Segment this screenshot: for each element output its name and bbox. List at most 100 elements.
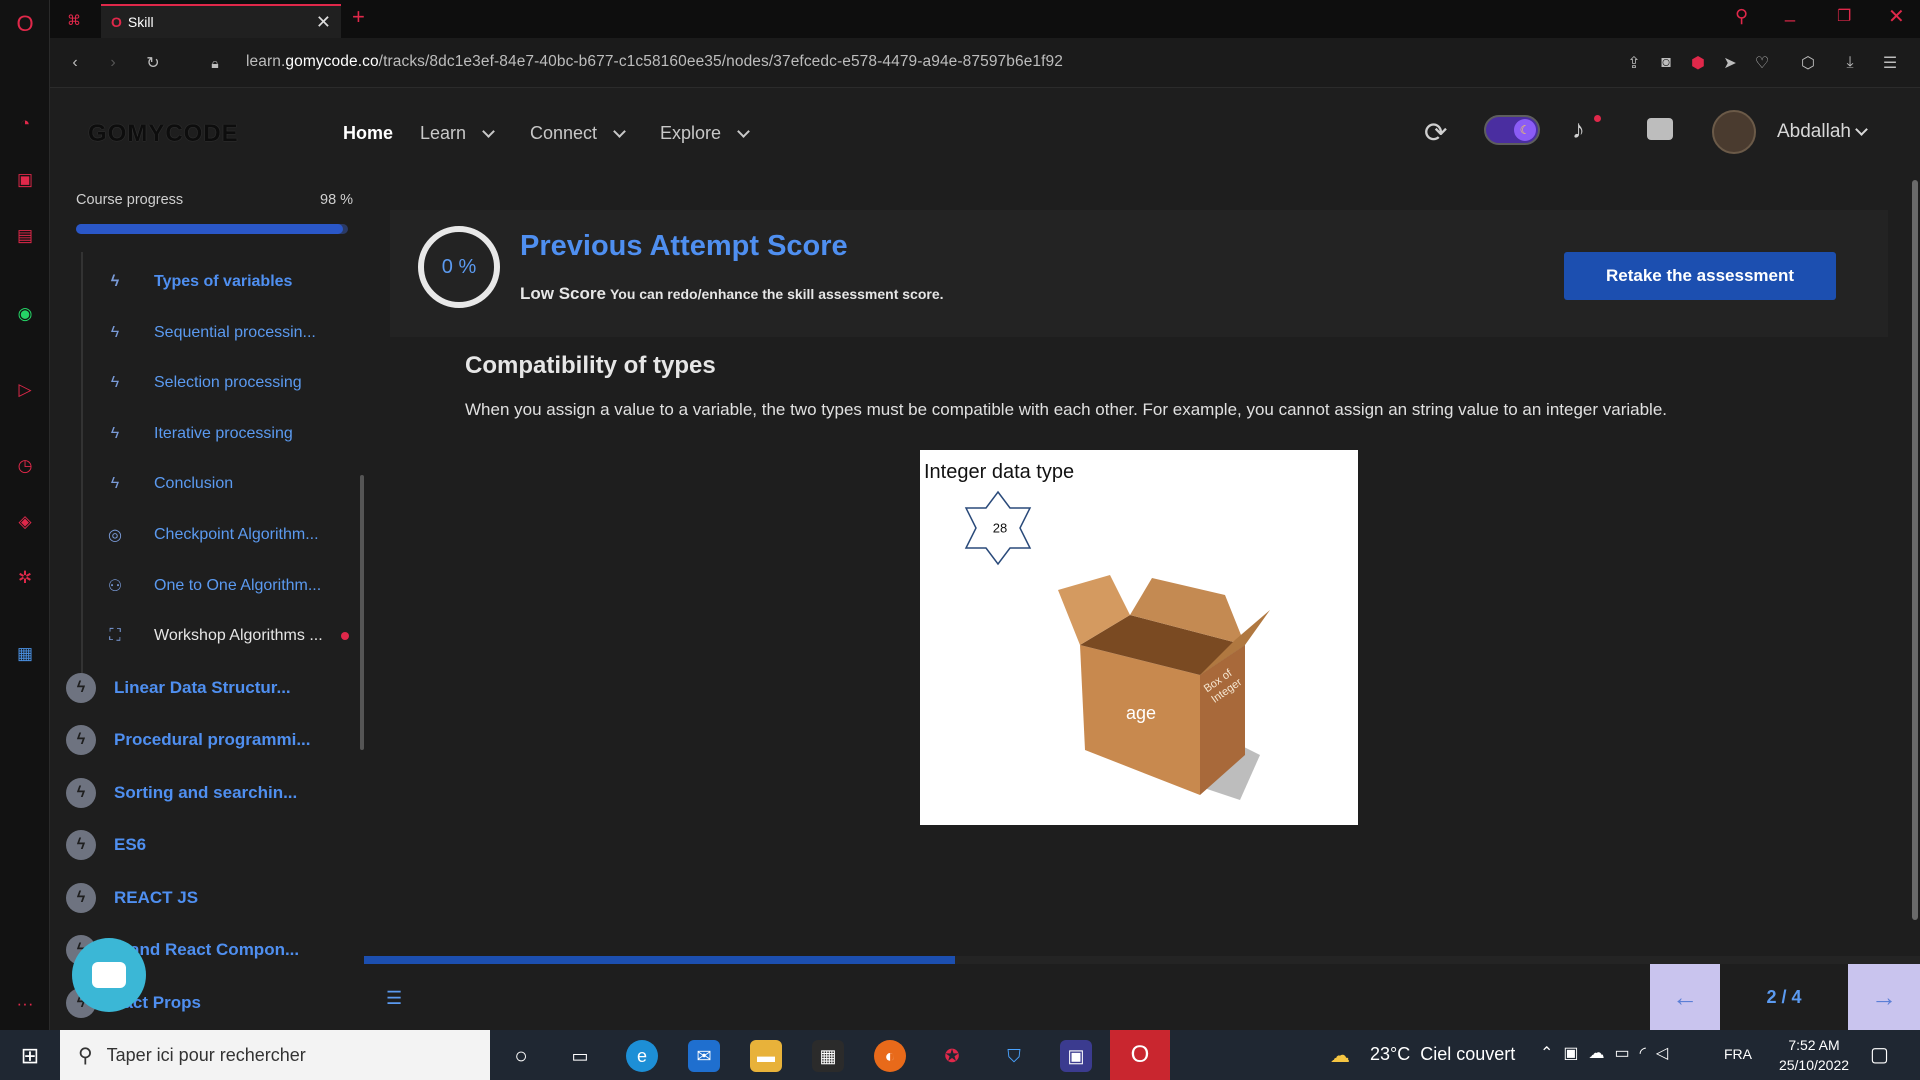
outline-icon[interactable]: ☰ [386, 988, 402, 1009]
bolt-icon: ϟ [66, 725, 96, 755]
sidebar-item-workshop[interactable]: ⛶ Workshop Algorithms ... [100, 616, 360, 656]
logo-text: GOMYCODE [88, 120, 239, 147]
send-icon[interactable]: ➤ [1717, 50, 1743, 76]
gomycode-logo[interactable]: GOMYCODE [88, 120, 239, 148]
language-indicator[interactable]: FRA [1724, 1046, 1752, 1062]
chapter-es6[interactable]: ϟ ES6 [66, 822, 146, 868]
next-slide-button[interactable]: → [1848, 964, 1920, 1030]
clock[interactable]: 7:52 AM 25/10/2022 [1768, 1035, 1860, 1075]
nav-home[interactable]: Home [343, 123, 393, 144]
twitch-icon[interactable]: ▤ [13, 224, 37, 248]
weather-text[interactable]: 23°C Ciel couvert [1370, 1044, 1515, 1065]
avatar[interactable] [1712, 110, 1756, 154]
sidebar-item-types-of-variables[interactable]: ϟ Types of variables [100, 262, 360, 302]
refresh-icon[interactable]: ⟳ [1424, 116, 1447, 149]
sidebar-item-sequential[interactable]: ϟ Sequential processin... [100, 313, 360, 353]
chapter-procedural[interactable]: ϟ Procedural programmi... [66, 717, 311, 763]
nav-explore[interactable]: Explore [660, 123, 750, 144]
download-icon[interactable]: ⤓ [1837, 50, 1863, 76]
support-chat-button[interactable] [72, 938, 146, 1012]
bolt-icon: ϟ [110, 324, 120, 341]
heart-icon[interactable]: ♡ [1749, 50, 1775, 76]
store-icon[interactable]: ▦ [812, 1040, 844, 1072]
previous-slide-button[interactable]: ← [1650, 964, 1720, 1030]
nav-learn[interactable]: Learn [420, 123, 495, 144]
speed-dial-icon[interactable]: ◔ [13, 112, 37, 136]
edge-icon[interactable]: e [626, 1040, 658, 1072]
sidebar-scrollbar[interactable] [360, 475, 364, 750]
page-scrollbar[interactable] [1912, 180, 1918, 920]
bolt-icon: ϟ [110, 273, 120, 290]
back-icon[interactable]: ‹ [62, 50, 88, 76]
chat-icon[interactable] [1647, 118, 1673, 140]
tab-close-icon[interactable]: ✕ [316, 12, 331, 33]
reload-icon[interactable]: ↻ [140, 50, 166, 76]
windows-taskbar: ⊞ ⚲ Taper ici pour rechercher ○ ▭ e ✉ ▬ … [0, 1030, 1920, 1080]
briefcase-icon[interactable]: ▣ [13, 168, 37, 192]
new-tab-button[interactable]: + [352, 4, 365, 30]
chevron-down-icon [1855, 123, 1868, 136]
sidebar-item-conclusion[interactable]: ϟ Conclusion [100, 464, 360, 504]
player-icon[interactable]: ▷ [13, 378, 37, 402]
browser-tab[interactable]: O Skill ✕ [101, 4, 341, 38]
user-menu[interactable]: Abdallah [1777, 121, 1868, 143]
chapter-label: ES6 [114, 835, 147, 854]
task-view-icon[interactable]: ▭ [564, 1040, 596, 1072]
translate-icon[interactable]: ▦ [13, 642, 37, 666]
score-percent: 0 % [441, 255, 477, 278]
defender-icon[interactable]: ⛉ [998, 1040, 1030, 1072]
sidebar-item-label: Workshop Algorithms ... [154, 627, 323, 644]
action-center-icon[interactable]: ▢ [1870, 1042, 1889, 1067]
history-icon[interactable]: ◷ [13, 454, 37, 478]
windows-start-icon[interactable]: ⊞ [14, 1040, 46, 1072]
minimize-icon[interactable]: _ [1785, 2, 1795, 23]
chapter-sorting[interactable]: ϟ Sorting and searchin... [66, 770, 297, 816]
cube-icon[interactable]: ◈ [13, 510, 37, 534]
nav-connect[interactable]: Connect [530, 123, 626, 144]
sidebar-item-checkpoint[interactable]: ◎ Checkpoint Algorithm... [100, 515, 360, 555]
chapter-react-js[interactable]: ϟ REACT JS [66, 875, 198, 921]
firefox-icon[interactable]: ◐ [874, 1040, 906, 1072]
easy-setup-icon[interactable]: ☰ [1877, 50, 1903, 76]
sidebar-item-one-to-one[interactable]: ⚇ One to One Algorithm... [100, 566, 360, 606]
bell-icon[interactable]: ♪ [1572, 114, 1585, 145]
settings-icon[interactable]: ✲ [13, 566, 37, 590]
url-prefix: learn. [246, 53, 286, 70]
sidebar-item-selection[interactable]: ϟ Selection processing [100, 363, 360, 403]
sidebar-item-iterative[interactable]: ϟ Iterative processing [100, 414, 360, 454]
bolt-icon: ϟ [66, 673, 96, 703]
box-icon[interactable]: ⬡ [1795, 50, 1821, 76]
chapter-linear-data[interactable]: ϟ Linear Data Structur... [66, 665, 291, 711]
dark-mode-toggle[interactable]: ☾ [1484, 115, 1540, 145]
share-icon[interactable]: ⇪ [1621, 50, 1647, 76]
people-icon: ⚇ [107, 578, 123, 595]
sidebar-item-label: Iterative processing [154, 425, 293, 442]
cortana-icon[interactable]: ○ [505, 1040, 537, 1072]
camera-icon[interactable]: ◙ [1653, 50, 1679, 76]
url-field[interactable]: learn.gomycode.co/tracks/8dc1e3ef-84e7-4… [246, 53, 1063, 71]
file-explorer-icon[interactable]: ▬ [750, 1040, 782, 1072]
app-icon[interactable]: ▣ [1060, 1040, 1092, 1072]
adblock-icon[interactable]: ⬢ [1685, 50, 1711, 76]
score-title: Previous Attempt Score [520, 230, 848, 262]
forward-icon[interactable]: › [100, 50, 126, 76]
mail-icon[interactable]: ✉ [688, 1040, 720, 1072]
system-tray-icons[interactable]: ⌃▣☁▭◜◁ [1540, 1043, 1678, 1063]
progress-label: Course progress [76, 192, 184, 208]
address-bar: ‹ › ↻ 🔒︎ learn.gomycode.co/tracks/8dc1e3… [50, 38, 1920, 88]
retake-assessment-button[interactable]: Retake the assessment [1564, 252, 1836, 300]
bolt-icon: ϟ [110, 475, 120, 492]
game-app-icon[interactable]: ✪ [936, 1040, 968, 1072]
whatsapp-icon[interactable]: ◉ [13, 302, 37, 326]
restore-icon[interactable]: ❐ [1837, 6, 1851, 26]
gamepad-icon[interactable]: ⌘ [62, 8, 86, 32]
notification-dot [1594, 115, 1601, 122]
bolt-icon: ϟ [110, 425, 120, 442]
nav-home-label: Home [343, 123, 394, 143]
close-window-icon[interactable]: ✕ [1888, 4, 1905, 29]
taskbar-search[interactable]: ⚲ Taper ici pour rechercher [60, 1030, 490, 1080]
opera-logo-icon[interactable]: O [13, 11, 37, 36]
search-tabs-icon[interactable]: ⚲ [1735, 6, 1748, 27]
opera-taskbar-icon[interactable]: O [1110, 1030, 1170, 1080]
more-icon[interactable]: ··· [13, 992, 37, 1016]
